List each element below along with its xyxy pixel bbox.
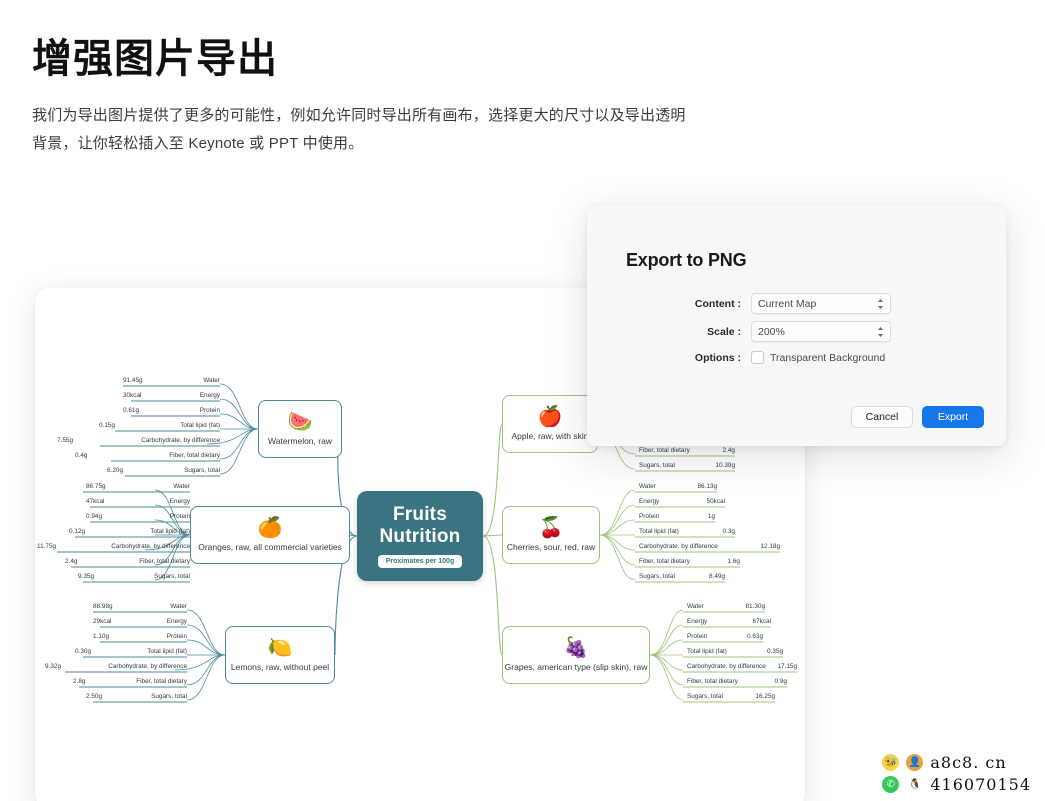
mindmap-node-oranges[interactable]: 🍊 Oranges, raw, all commercial varieties <box>190 506 350 564</box>
qq-penguin-icon: 🐧 <box>906 776 924 793</box>
transparent-background-checkbox[interactable] <box>751 351 764 364</box>
node-label: Cherries, sour, red, raw <box>506 542 596 552</box>
attr-row: 2.4g Fiber, total dietary <box>65 558 190 565</box>
attr-row: Sugars, total 8.49g <box>639 573 725 580</box>
attr-row: Energy 67kcal <box>687 618 771 625</box>
scale-row: Scale : 200% <box>587 321 1006 342</box>
transparent-background-option[interactable]: Transparent Background <box>751 351 885 364</box>
watermelon-icon: 🍉 <box>287 411 313 433</box>
attr-row: 86.75g Water <box>86 483 190 490</box>
attr-row: Water 86.13g <box>639 483 717 490</box>
avatar-icon: 👤 <box>906 754 924 771</box>
attr-row: Fiber, total dietary 1.6g <box>639 558 740 565</box>
watermark-site-row: 🐝 👤 a8c8. cn <box>882 753 1031 772</box>
page-title: 增强图片导出 <box>32 37 278 81</box>
attr-row: 0.4g Fiber, total dietary <box>75 452 220 459</box>
page-root: 增强图片导出 我们为导出图片提供了更多的可能性，例如允许同时导出所有画布，选择更… <box>0 0 1045 801</box>
watermark-qq-row: ✆ 🐧 416070154 <box>882 775 1031 794</box>
attr-row: 7.55g Carbohydrate, by difference <box>57 437 220 444</box>
content-select[interactable]: Current Map <box>751 293 891 314</box>
wechat-icon: ✆ <box>882 776 900 793</box>
attr-row: 9.35g Sugars, total <box>78 573 190 580</box>
mindmap-node-apple[interactable]: 🍎 Apple, raw, with skin <box>502 395 598 453</box>
lemon-icon: 🍋 <box>267 637 293 659</box>
attr-row: Energy 50kcal <box>639 498 725 505</box>
chevron-updown-icon <box>877 298 884 309</box>
content-row: Content : Current Map <box>587 293 1006 314</box>
node-label: Oranges, raw, all commercial varieties <box>198 542 342 552</box>
transparent-background-label: Transparent Background <box>770 351 886 364</box>
dialog-title: Export to PNG <box>626 250 747 270</box>
attr-row: Sugars, total 16.25g <box>687 693 775 700</box>
attr-row: 30kcal Energy <box>123 392 220 399</box>
attr-row: Total lipid (fat) 0.3g <box>639 528 735 535</box>
attr-row: Carbohydrate, by difference 12.18g <box>639 543 780 550</box>
attr-row: Sugars, total 10.39g <box>639 462 735 469</box>
attr-row: Water 81.30g <box>687 603 765 610</box>
attr-row: 2.8g Fiber, total dietary <box>73 678 187 685</box>
chevron-updown-icon <box>877 326 884 337</box>
attr-row: 9.32g Carbohydrate, by difference <box>45 663 187 670</box>
node-label: Watermelon, raw <box>268 436 332 446</box>
attr-row: 2.50g Sugars, total <box>86 693 187 700</box>
mindmap-node-grapes[interactable]: 🍇 Grapes, american type (slip skin), raw <box>502 626 650 684</box>
attr-row: Protein 0.63g <box>687 633 763 640</box>
attr-row: Fiber, total dietary 0.9g <box>687 678 787 685</box>
attr-row: 0.61g Protein <box>123 407 220 414</box>
stepper-arrows <box>878 326 883 337</box>
attr-row: 88.98g Water <box>93 603 187 610</box>
stepper-arrows <box>878 298 883 309</box>
export-button[interactable]: Export <box>922 406 984 428</box>
cherries-icon: 🍒 <box>538 517 564 539</box>
orange-icon: 🍊 <box>257 517 283 539</box>
mindmap-node-lemons[interactable]: 🍋 Lemons, raw, without peel <box>225 626 335 684</box>
page-subtitle: 我们为导出图片提供了更多的可能性，例如允许同时导出所有画布，选择更大的尺寸以及导… <box>32 107 686 152</box>
attr-row: 11.75g Carbohydrate, by difference <box>37 543 190 550</box>
central-node-title: Fruits Nutrition <box>379 504 461 547</box>
content-select-value: Current Map <box>758 297 817 310</box>
attr-row: Total lipid (fat) 0.35g <box>687 648 783 655</box>
watermark-qq: 416070154 <box>930 775 1031 794</box>
node-label: Lemons, raw, without peel <box>230 662 330 672</box>
node-label: Grapes, american type (slip skin), raw <box>504 662 648 672</box>
attr-row: 0.30g Total lipid (fat) <box>75 648 187 655</box>
options-label: Options : <box>694 351 741 364</box>
attr-row: 1.10g Protein <box>93 633 187 640</box>
watermark: 🐝 👤 a8c8. cn ✆ 🐧 416070154 <box>882 753 1031 794</box>
mindmap-node-watermelon[interactable]: 🍉 Watermelon, raw <box>258 400 342 458</box>
export-dialog[interactable]: Export to PNG Content : Current Map Scal… <box>587 205 1006 446</box>
mindmap-central-node[interactable]: Fruits Nutrition Proximates per 100g <box>357 491 483 581</box>
attr-row: 0.12g Total lipid (fat) <box>69 528 190 535</box>
scale-select[interactable]: 200% <box>751 321 891 342</box>
dialog-buttons: Cancel Export <box>851 406 984 428</box>
central-node-badge: Proximates per 100g <box>377 555 463 568</box>
hero-section: 增强图片导出 我们为导出图片提供了更多的可能性，例如允许同时导出所有画布，选择更… <box>32 36 732 158</box>
mindmap-node-cherries[interactable]: 🍒 Cherries, sour, red, raw <box>502 506 600 564</box>
watermark-site: a8c8. cn <box>930 753 1007 772</box>
grapes-icon: 🍇 <box>563 637 589 659</box>
badge-icon: 🐝 <box>882 754 900 771</box>
attr-row: 47kcal Energy <box>86 498 190 505</box>
scale-label: Scale : <box>707 325 741 338</box>
attr-row: 6.20g Sugars, total <box>107 467 220 474</box>
attr-row: 91.45g Water <box>123 377 220 384</box>
apple-icon: 🍎 <box>537 406 563 428</box>
attr-row: Carbohydrate, by difference 17.15g <box>687 663 797 670</box>
options-row: Options : Transparent Background <box>587 351 1006 364</box>
attr-row: 0.94g Protein <box>86 513 190 520</box>
attr-row: Protein 1g <box>639 513 715 520</box>
cancel-button[interactable]: Cancel <box>851 406 913 428</box>
attr-row: 29kcal Energy <box>93 618 187 625</box>
scale-select-value: 200% <box>758 325 785 338</box>
node-label: Apple, raw, with skin <box>511 431 589 441</box>
content-label: Content : <box>694 297 741 310</box>
attr-row: 0.15g Total lipid (fat) <box>99 422 220 429</box>
attr-row: Fiber, total dietary 2.4g <box>639 447 735 454</box>
